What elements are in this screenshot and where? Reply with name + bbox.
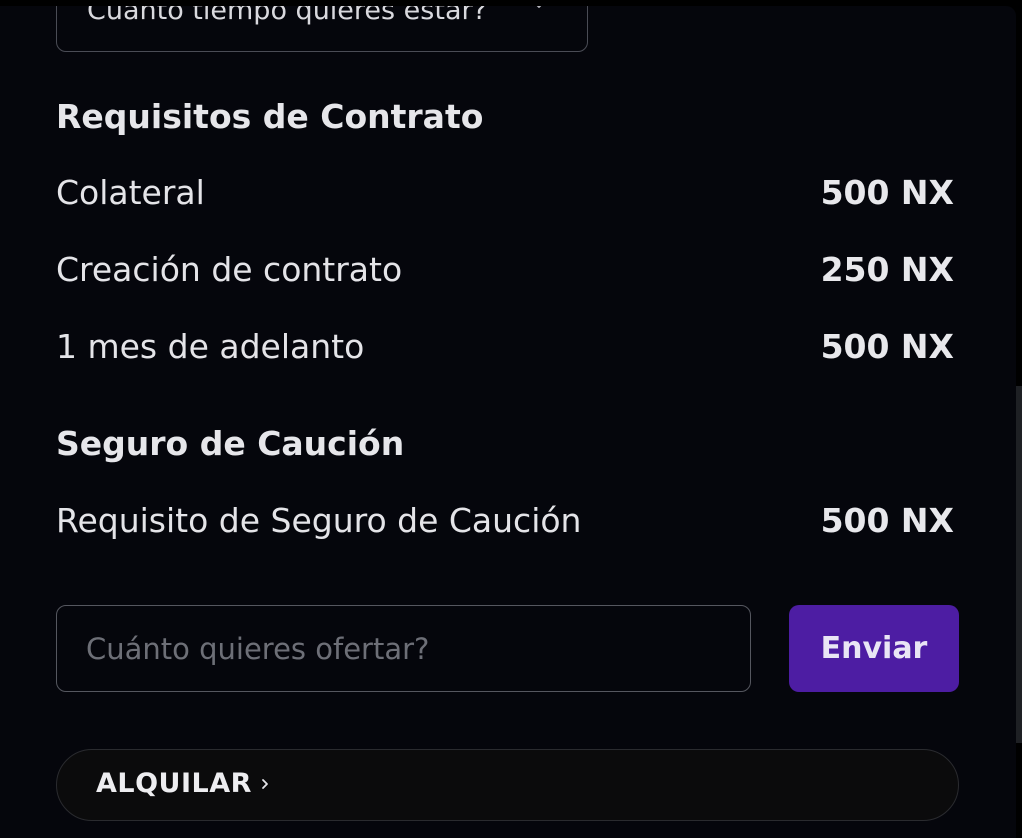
colateral-label: Colateral (56, 173, 205, 212)
chevron-right-icon (262, 779, 268, 789)
duration-select-value: Cuánto tiempo quieres estar? (87, 6, 487, 26)
advance-payment-label: 1 mes de adelanto (56, 327, 365, 366)
surety-requirement-value: 500 NX (820, 501, 954, 540)
offer-input[interactable] (56, 605, 751, 692)
rent-button-label: ALQUILAR (96, 768, 252, 799)
advance-payment-value: 500 NX (820, 327, 954, 366)
chevron-down-icon (536, 6, 542, 8)
rent-button[interactable]: ALQUILAR (56, 749, 959, 821)
send-button[interactable]: Enviar (789, 605, 959, 692)
rental-panel: Cuánto tiempo quieres estar? Requisitos … (0, 6, 1016, 838)
duration-select[interactable]: Cuánto tiempo quieres estar? (56, 6, 588, 52)
surety-insurance-title: Seguro de Caución (56, 424, 405, 463)
contract-creation-value: 250 NX (820, 250, 954, 289)
colateral-value: 500 NX (820, 173, 954, 212)
contract-requirements-title: Requisitos de Contrato (56, 97, 484, 136)
surety-requirement-label: Requisito de Seguro de Caución (56, 501, 582, 540)
contract-creation-label: Creación de contrato (56, 250, 403, 289)
scrollbar-thumb[interactable] (1016, 386, 1022, 743)
